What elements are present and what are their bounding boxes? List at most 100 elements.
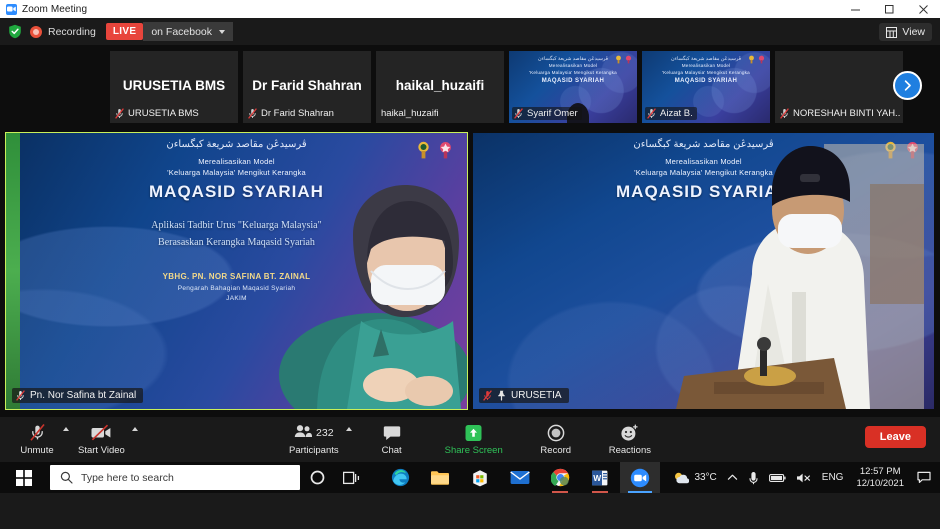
video-tile-urusetia[interactable]: ﭬﺮﺳﻴﺪڠن ﻣﻘﺎﺻﺪ ﺷﺮﻳﻌﺔ ﻛﺒﮕﺴﺎءن Merealisasik… bbox=[473, 133, 934, 409]
thumbnail-line1: Merealisasikan Model bbox=[548, 63, 598, 69]
weather-widget[interactable]: 33°C bbox=[665, 462, 721, 493]
view-button-label: View bbox=[902, 26, 925, 38]
video-options-chevron-icon[interactable] bbox=[131, 427, 138, 431]
tile-participant-name: URUSETIA bbox=[511, 390, 562, 401]
microsoft-store-icon[interactable] bbox=[460, 462, 500, 493]
microphone-muted-icon bbox=[28, 423, 47, 442]
maximize-icon[interactable] bbox=[872, 0, 906, 18]
thumbnail-label: Aizat B. bbox=[645, 107, 697, 120]
tile-line2: 'Keluarga Malaysia' Mengikut Kerangka bbox=[167, 168, 306, 178]
language-indicator[interactable]: ENG bbox=[817, 462, 849, 493]
thumbnail-line1: Merealisasikan Model bbox=[681, 63, 731, 69]
recording-label: Recording bbox=[48, 25, 96, 38]
windows-start-icon[interactable] bbox=[2, 462, 46, 493]
toolbar-left-group: Unmute Start Video bbox=[0, 423, 138, 456]
video-tile-nor-safina[interactable]: ﭬﺮﺳﻴﺪڠن ﻣﻘﺎﺻﺪ ﺷﺮﻳﻌﺔ ﻛﺒﮕﺴﺎءن Merealisasik… bbox=[5, 132, 468, 410]
partly-cloudy-icon bbox=[673, 471, 690, 485]
participants-button[interactable]: 232 Participants bbox=[289, 423, 352, 456]
microsoft-edge-icon[interactable] bbox=[380, 462, 420, 493]
thumbnail-center-name: Dr Farid Shahran bbox=[252, 78, 362, 93]
thumbnail-label: Syarif Omer bbox=[512, 107, 582, 120]
meeting-status-bar: Recording LIVE on Facebook View bbox=[0, 18, 940, 45]
participant-video-figure bbox=[676, 144, 924, 409]
notification-icon[interactable] bbox=[912, 462, 936, 493]
toolbar-center-group: 232 Participants Chat Share Screen Recor… bbox=[289, 423, 651, 456]
microphone-muted-icon bbox=[115, 108, 124, 119]
microphone-muted-icon bbox=[780, 108, 789, 119]
tile-name-label: Pn. Nor Safina bt Zainal bbox=[12, 388, 144, 403]
share-screen-button[interactable]: Share Screen bbox=[445, 423, 503, 456]
thumbnail-urusetia-bms[interactable]: URUSETIA BMS URUSETIA BMS bbox=[110, 51, 238, 123]
green-shield-icon[interactable] bbox=[8, 24, 22, 39]
reactions-button[interactable]: Reactions bbox=[609, 423, 651, 456]
microphone-active-red-icon bbox=[483, 390, 492, 401]
taskbar-app-icons: W bbox=[380, 462, 660, 493]
window-title-bar: Zoom Meeting bbox=[0, 0, 940, 18]
thumbnail-name: NORESHAH BINTI YAH... bbox=[793, 108, 900, 119]
microphone-muted-icon bbox=[514, 108, 523, 119]
thumbnail-jawi-text: ﭬﺮﺳﻴﺪڠن ﻣﻘﺎﺻﺪ ﺷﺮﻳﻌﺔ ﻛﺒﮕﺴﺎءن bbox=[537, 56, 609, 62]
recording-dot-icon[interactable] bbox=[30, 25, 42, 38]
next-page-button[interactable] bbox=[893, 71, 922, 100]
volume-muted-icon[interactable] bbox=[791, 462, 817, 493]
close-icon[interactable] bbox=[906, 0, 940, 18]
tile-name-label: URUSETIA bbox=[479, 388, 569, 403]
task-view-icon[interactable] bbox=[334, 462, 368, 493]
record-label: Record bbox=[540, 445, 572, 456]
clock-date: 12/10/2021 bbox=[856, 477, 904, 489]
thumbnail-name: Dr Farid Shahran bbox=[261, 108, 334, 119]
start-video-label: Start Video bbox=[78, 445, 125, 456]
show-hidden-icons-icon[interactable] bbox=[722, 462, 743, 493]
thumbnail-title: MAQASID SYARIAH bbox=[674, 77, 738, 84]
thumbnail-haikal-huzaifi[interactable]: haikal_huzaifi haikal_huzaifi bbox=[376, 51, 504, 123]
zoom-icon[interactable] bbox=[620, 462, 660, 493]
thumbnail-dr-farid-shahran[interactable]: Dr Farid Shahran Dr Farid Shahran bbox=[243, 51, 371, 123]
thumbnail-label: NORESHAH BINTI YAH... bbox=[778, 107, 900, 120]
cortana-circle-icon[interactable] bbox=[300, 462, 334, 493]
view-button[interactable]: View bbox=[879, 23, 932, 41]
thumbnail-jawi-text: ﭬﺮﺳﻴﺪڠن ﻣﻘﺎﺻﺪ ﺷﺮﻳﻌﺔ ﻛﺒﮕﺴﺎءن bbox=[670, 56, 742, 62]
grid-view-icon bbox=[886, 26, 898, 38]
tile-participant-name: Pn. Nor Safina bt Zainal bbox=[30, 390, 137, 401]
reactions-label: Reactions bbox=[608, 445, 651, 456]
minimize-icon[interactable] bbox=[838, 0, 872, 18]
thumbnail-aizat-b[interactable]: ﭬﺮﺳﻴﺪڠن ﻣﻘﺎﺻﺪ ﺷﺮﻳﻌﺔ ﻛﺒﮕﺴﺎءن Merealisasik… bbox=[642, 51, 770, 123]
live-badge: LIVE bbox=[105, 23, 144, 40]
record-circle-icon bbox=[547, 423, 565, 442]
thumbnail-background-text: ﭬﺮﺳﻴﺪڠن ﻣﻘﺎﺻﺪ ﺷﺮﻳﻌﺔ ﻛﺒﮕﺴﺎءن Merealisasik… bbox=[509, 56, 637, 85]
clock-widget[interactable]: 12:57 PM 12/10/2021 bbox=[848, 462, 912, 493]
participants-top: 232 bbox=[294, 423, 334, 442]
thumbnail-label: Dr Farid Shahran bbox=[246, 107, 338, 120]
unmute-button[interactable]: Unmute bbox=[18, 423, 69, 456]
onedrive-icon[interactable] bbox=[743, 462, 764, 493]
participants-chevron-icon[interactable] bbox=[345, 427, 352, 431]
google-chrome-icon[interactable] bbox=[540, 462, 580, 493]
microsoft-word-icon[interactable]: W bbox=[580, 462, 620, 493]
mail-icon[interactable] bbox=[500, 462, 540, 493]
leave-button[interactable]: Leave bbox=[864, 426, 926, 448]
tile-line1: Merealisasikan Model bbox=[198, 157, 275, 166]
chat-bubble-icon bbox=[383, 423, 401, 442]
zoom-meeting-window: Zoom Meeting Recording LIVE on Facebook bbox=[0, 0, 940, 529]
audio-options-chevron-icon[interactable] bbox=[63, 427, 69, 431]
thumbnail-line2: 'Keluarga Malaysia' Mengikut Kerangka bbox=[662, 69, 750, 75]
search-placeholder: Type here to search bbox=[81, 471, 174, 484]
participants-count: 232 bbox=[316, 426, 334, 439]
live-target-dropdown[interactable]: on Facebook bbox=[143, 22, 234, 41]
thumbnail-noreshah-binti-yah[interactable]: NORESHAH BINTI YAH... bbox=[775, 51, 903, 123]
file-explorer-icon[interactable] bbox=[420, 462, 460, 493]
windows-taskbar: Type here to search W 33°C ENG 12:57 PM … bbox=[0, 462, 940, 493]
thumbnail-syarif-omer[interactable]: ﭬﺮﺳﻴﺪڠن ﻣﻘﺎﺻﺪ ﺷﺮﻳﻌﺔ ﻛﺒﮕﺴﺎءن Merealisasik… bbox=[509, 51, 637, 123]
thumbnail-name: Syarif Omer bbox=[527, 108, 578, 119]
record-button[interactable]: Record bbox=[537, 423, 575, 456]
thumbnail-line2: 'Keluarga Malaysia' Mengikut Kerangka bbox=[529, 69, 617, 75]
video-stage: ﭬﺮﺳﻴﺪڠن ﻣﻘﺎﺻﺪ ﺷﺮﻳﻌﺔ ﻛﺒﮕﺴﺎءن Merealisasik… bbox=[0, 129, 940, 417]
start-video-button[interactable]: Start Video bbox=[78, 423, 138, 456]
pin-icon bbox=[497, 390, 506, 401]
share-screen-label: Share Screen bbox=[444, 445, 503, 456]
window-title: Zoom Meeting bbox=[22, 3, 88, 15]
chat-button[interactable]: Chat bbox=[373, 423, 411, 456]
search-input[interactable]: Type here to search bbox=[50, 465, 300, 490]
battery-icon[interactable] bbox=[764, 462, 791, 493]
thumbnail-label: haikal_huzaifi bbox=[379, 107, 443, 120]
